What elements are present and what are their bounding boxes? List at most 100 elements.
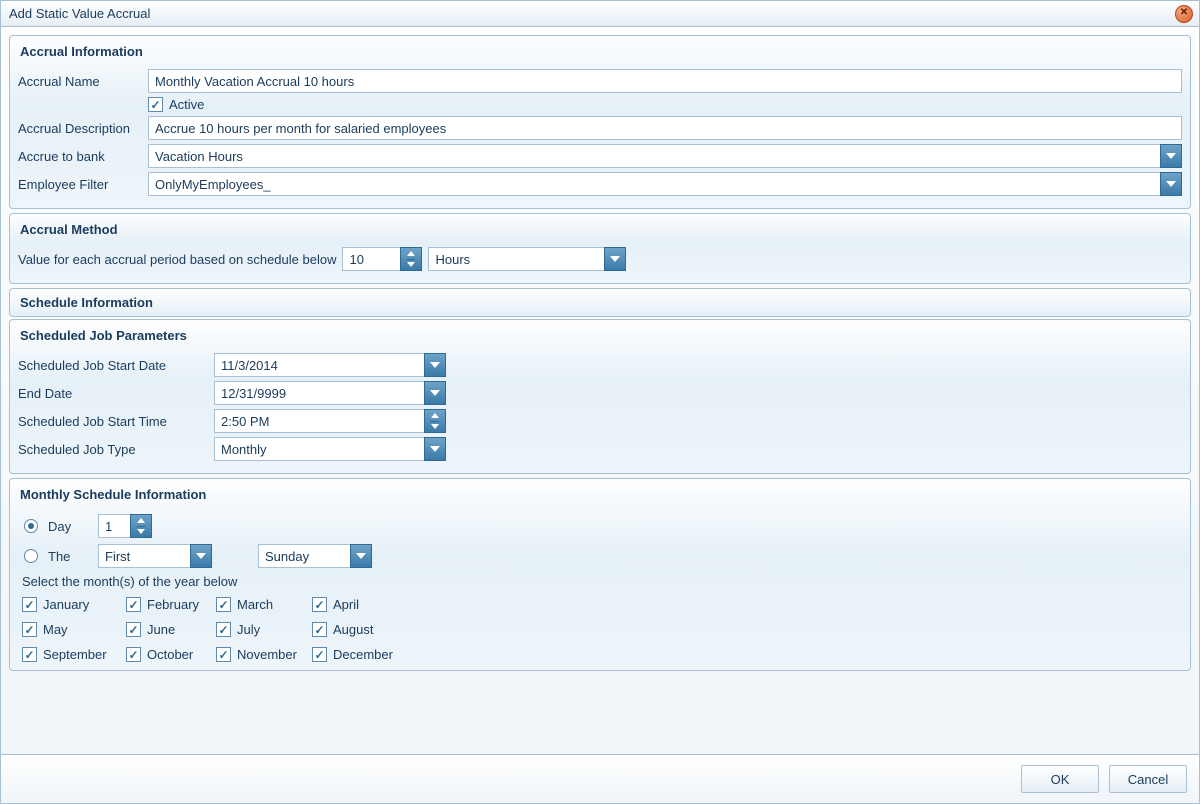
day-radio[interactable] [24, 519, 38, 533]
close-icon: ✕ [1180, 7, 1188, 18]
accrue-to-bank-label: Accrue to bank [18, 149, 148, 164]
month-checkbox[interactable] [312, 647, 327, 662]
start-date-picker[interactable] [214, 353, 446, 377]
ordinal-select[interactable] [98, 544, 212, 568]
month-checkbox-november[interactable]: November [216, 647, 312, 662]
month-checkbox[interactable] [216, 647, 231, 662]
accrual-information-title: Accrual Information [18, 42, 1182, 65]
dialog-window: Add Static Value Accrual ✕ Accrual Infor… [0, 0, 1200, 804]
month-checkbox[interactable] [22, 647, 37, 662]
start-time-input[interactable] [214, 409, 424, 433]
month-checkbox-may[interactable]: May [22, 622, 126, 637]
end-date-dropdown-button[interactable] [424, 381, 446, 405]
employee-filter-label: Employee Filter [18, 177, 148, 192]
month-checkbox[interactable] [312, 622, 327, 637]
weekday-select[interactable] [258, 544, 372, 568]
chevron-down-icon [407, 262, 415, 267]
month-label: May [43, 622, 68, 637]
active-checkbox[interactable] [148, 97, 163, 112]
cancel-button[interactable]: Cancel [1109, 765, 1187, 793]
month-checkbox-january[interactable]: January [22, 597, 126, 612]
start-time-spin-buttons[interactable] [424, 409, 446, 433]
month-checkbox[interactable] [22, 622, 37, 637]
dialog-footer: OK Cancel [1, 754, 1199, 803]
month-checkbox-july[interactable]: July [216, 622, 312, 637]
chevron-up-icon [137, 518, 145, 523]
job-type-value[interactable] [214, 437, 424, 461]
accrual-value-input[interactable] [342, 247, 400, 271]
the-radio[interactable] [24, 549, 38, 563]
month-checkbox[interactable] [216, 597, 231, 612]
month-checkbox[interactable] [126, 597, 141, 612]
job-type-dropdown-button[interactable] [424, 437, 446, 461]
spin-down-button[interactable] [407, 259, 415, 271]
weekday-dropdown-button[interactable] [350, 544, 372, 568]
accrual-value-spin-buttons[interactable] [400, 247, 422, 271]
start-time-label: Scheduled Job Start Time [18, 414, 214, 429]
accrual-value-spinner[interactable] [342, 247, 422, 271]
accrual-description-label: Accrual Description [18, 121, 148, 136]
start-time-spinner[interactable] [214, 409, 446, 433]
ok-button[interactable]: OK [1021, 765, 1099, 793]
month-checkbox-october[interactable]: October [126, 647, 216, 662]
month-label: September [43, 647, 107, 662]
accrue-to-bank-select[interactable] [148, 144, 1182, 168]
spin-down-button[interactable] [431, 421, 439, 433]
spin-up-button[interactable] [407, 248, 415, 259]
weekday-value[interactable] [258, 544, 350, 568]
month-checkbox-june[interactable]: June [126, 622, 216, 637]
month-checkbox-september[interactable]: September [22, 647, 126, 662]
chevron-down-icon [430, 390, 440, 396]
accrual-description-row: Accrual Description [18, 116, 1182, 140]
accrual-name-row: Accrual Name [18, 69, 1182, 93]
month-checkbox-august[interactable]: August [312, 622, 422, 637]
accrual-unit-dropdown-button[interactable] [604, 247, 626, 271]
accrual-description-input[interactable] [148, 116, 1182, 140]
accrual-unit-select[interactable] [428, 247, 626, 271]
job-type-label: Scheduled Job Type [18, 442, 214, 457]
start-date-input[interactable] [214, 353, 424, 377]
month-checkbox[interactable] [312, 597, 327, 612]
accrue-to-bank-dropdown-button[interactable] [1160, 144, 1182, 168]
month-checkbox[interactable] [126, 647, 141, 662]
monthly-day-row: Day [24, 514, 1182, 538]
day-spin-buttons[interactable] [130, 514, 152, 538]
active-checkbox-wrap[interactable]: Active [148, 97, 204, 112]
end-date-picker[interactable] [214, 381, 446, 405]
month-checkbox[interactable] [126, 622, 141, 637]
accrual-method-section: Accrual Method Value for each accrual pe… [9, 213, 1191, 284]
day-spinner[interactable] [98, 514, 152, 538]
chevron-down-icon [356, 553, 366, 559]
ordinal-dropdown-button[interactable] [190, 544, 212, 568]
month-checkbox[interactable] [216, 622, 231, 637]
spin-up-button[interactable] [431, 410, 439, 421]
day-value-input[interactable] [98, 514, 130, 538]
month-checkbox-april[interactable]: April [312, 597, 422, 612]
accrual-name-input[interactable] [148, 69, 1182, 93]
employee-filter-select[interactable] [148, 172, 1182, 196]
month-checkbox-february[interactable]: February [126, 597, 216, 612]
scheduled-job-parameters-title: Scheduled Job Parameters [18, 326, 1182, 349]
spin-up-button[interactable] [137, 515, 145, 526]
schedule-information-title: Schedule Information [18, 293, 1182, 312]
ordinal-value[interactable] [98, 544, 190, 568]
chevron-down-icon [610, 256, 620, 262]
start-date-label: Scheduled Job Start Date [18, 358, 214, 373]
month-checkbox[interactable] [22, 597, 37, 612]
start-date-dropdown-button[interactable] [424, 353, 446, 377]
spin-down-button[interactable] [137, 526, 145, 538]
accrual-method-row: Value for each accrual period based on s… [18, 247, 1182, 271]
end-date-input[interactable] [214, 381, 424, 405]
month-label: August [333, 622, 373, 637]
employee-filter-value[interactable] [148, 172, 1160, 196]
chevron-up-icon [407, 251, 415, 256]
window-title: Add Static Value Accrual [9, 6, 150, 21]
close-button[interactable]: ✕ [1175, 5, 1193, 23]
monthly-schedule-section: Monthly Schedule Information Day The [9, 478, 1191, 671]
month-checkbox-december[interactable]: December [312, 647, 422, 662]
job-type-select[interactable] [214, 437, 446, 461]
employee-filter-dropdown-button[interactable] [1160, 172, 1182, 196]
accrue-to-bank-value[interactable] [148, 144, 1160, 168]
month-checkbox-march[interactable]: March [216, 597, 312, 612]
accrual-unit-value[interactable] [428, 247, 604, 271]
